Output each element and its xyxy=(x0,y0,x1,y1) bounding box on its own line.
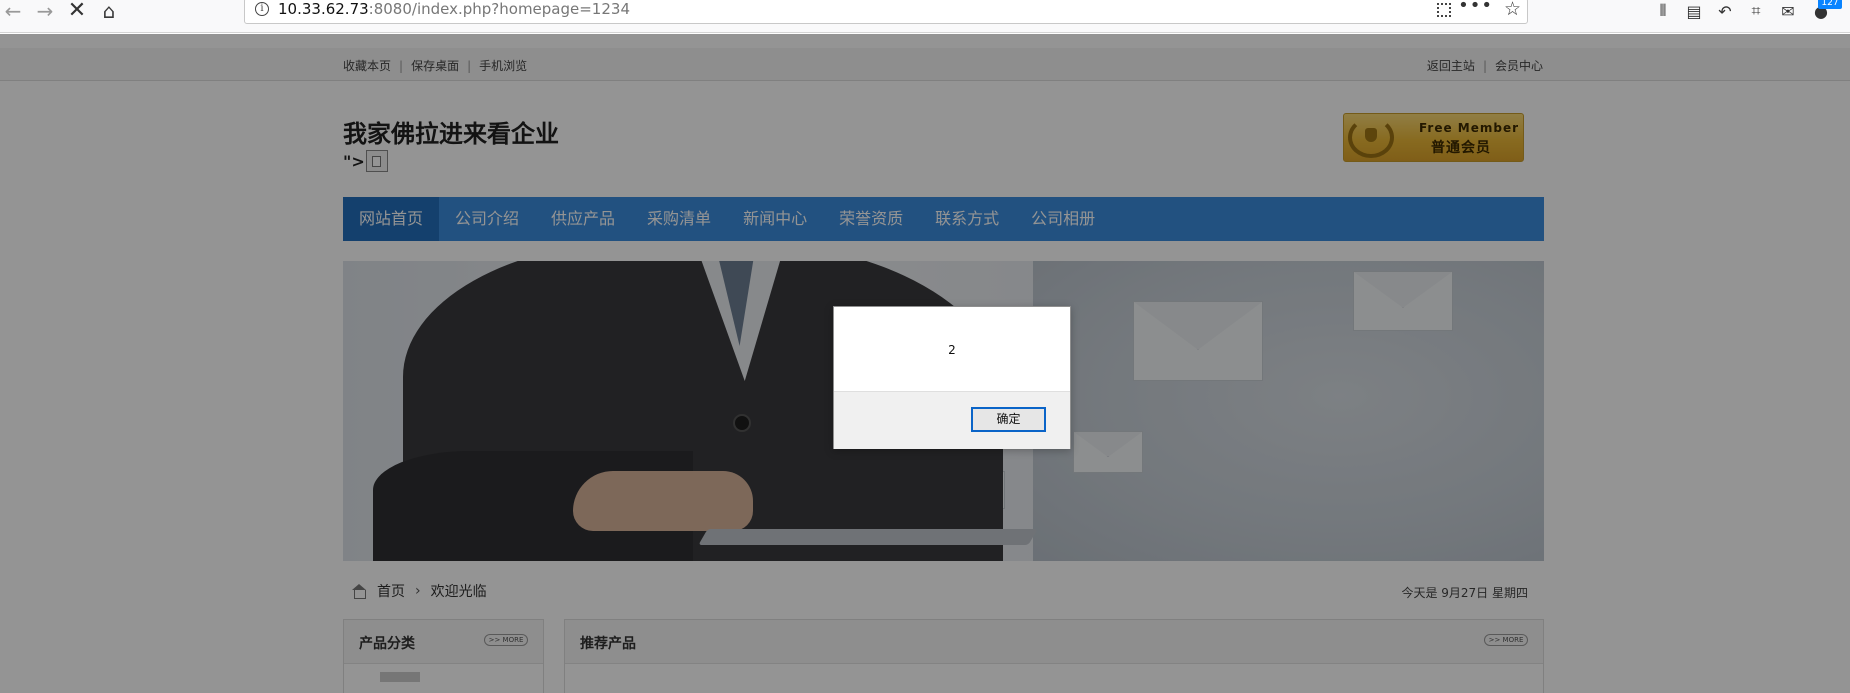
ok-button[interactable]: 确定 xyxy=(971,407,1046,432)
url-host: 10.33.62.73 xyxy=(278,0,369,18)
library-icon[interactable]: ⫴ xyxy=(1652,0,1674,22)
stop-loading-icon[interactable]: ✕ xyxy=(64,0,90,22)
forward-arrow-icon[interactable]: → xyxy=(32,0,58,22)
alert-message: 2 xyxy=(948,343,956,357)
url-path: :8080/index.php?homepage=1234 xyxy=(368,0,630,18)
address-bar[interactable]: i 10.33.62.73:8080/index.php?homepage=12… xyxy=(244,0,1528,24)
home-icon[interactable]: ⌂ xyxy=(96,0,122,22)
page-actions-icon[interactable]: ••• xyxy=(1458,0,1493,16)
bookmark-star-icon[interactable]: ☆ xyxy=(1504,0,1521,20)
sidebar-icon[interactable]: ▤ xyxy=(1683,0,1705,22)
crop-icon[interactable]: ⌗ xyxy=(1745,0,1767,22)
alert-footer: 确定 xyxy=(834,391,1070,449)
back-arrow-icon[interactable]: ← xyxy=(0,0,26,22)
browser-toolbar: ← → ✕ ⌂ i 10.33.62.73:8080/index.php?hom… xyxy=(0,0,1850,33)
undo-icon[interactable]: ↶ xyxy=(1714,0,1736,22)
url-text[interactable]: 10.33.62.73:8080/index.php?homepage=1234 xyxy=(278,0,630,18)
site-info-icon[interactable]: i xyxy=(255,2,269,16)
notification-badge: 127 xyxy=(1818,0,1842,9)
qr-code-icon[interactable] xyxy=(1437,3,1451,17)
alert-dialog: 2 确定 xyxy=(833,306,1071,449)
chat-icon[interactable]: ✉ xyxy=(1777,0,1799,22)
